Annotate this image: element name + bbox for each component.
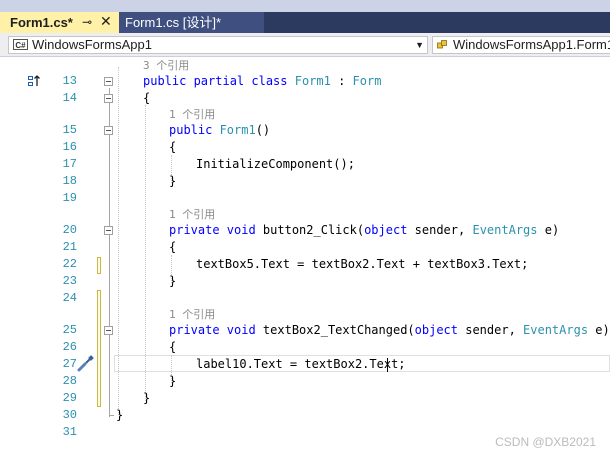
code-line: 22 textBox5.Text = textBox2.Text + textB… (0, 256, 610, 273)
class-dropdown[interactable]: WindowsFormsApp1.Form1 (432, 36, 610, 54)
fold-toggle-icon[interactable] (104, 94, 113, 103)
codelens-references[interactable]: 3 个引用 (143, 57, 189, 74)
code-token: sender, (407, 223, 473, 237)
class-icon (437, 40, 447, 49)
line-number: 31 (62, 425, 77, 439)
codelens-references[interactable]: 1 个引用 (169, 306, 215, 323)
code-line: 28 } (0, 373, 610, 390)
fold-toggle-icon[interactable] (104, 226, 113, 235)
codelens-references[interactable]: 1 个引用 (169, 206, 215, 223)
class-dropdown-value: WindowsFormsApp1.Form1 (453, 37, 610, 52)
code-token: button2_Click( (262, 223, 365, 237)
chevron-down-icon: ▼ (415, 40, 424, 50)
code-token: Form1 (294, 74, 331, 88)
code-line: 27 label10.Text = textBox2.Text; (0, 356, 610, 373)
code-line: 20 private void button2_Click(object sen… (0, 222, 610, 239)
line-number: 17 (62, 157, 77, 171)
code-token: e) (537, 223, 560, 237)
code-line: 23 } (0, 273, 610, 290)
code-text: textBox5.Text = textBox2.Text + textBox3… (196, 257, 529, 271)
code-token: Form1 (219, 123, 256, 137)
code-line: 26 { (0, 339, 610, 356)
code-token: sender, (458, 323, 524, 337)
line-number: 23 (62, 274, 77, 288)
code-token: textBox2_TextChanged( (262, 323, 415, 337)
pin-icon[interactable]: ⊸ (82, 12, 92, 33)
line-number: 15 (62, 123, 77, 137)
line-number: 21 (62, 240, 77, 254)
document-tab-strip: Form1.cs* ⊸ ✕ Form1.cs [设计]* (0, 12, 610, 33)
tab-label: Form1.cs [设计]* (125, 15, 222, 30)
code-line: 24 (0, 290, 610, 307)
code-line: 18 } (0, 173, 610, 190)
line-number: 16 (62, 140, 77, 154)
code-token: EventArgs (523, 323, 589, 337)
line-number: 13 (62, 74, 77, 88)
code-token: : (330, 74, 353, 88)
navigation-bar: C# WindowsFormsApp1 ▼ WindowsFormsApp1.F… (0, 33, 610, 57)
close-icon[interactable]: ✕ (100, 11, 112, 32)
code-line: 21 { (0, 239, 610, 256)
code-line: 30 } (0, 407, 610, 424)
code-text: } (169, 374, 177, 388)
code-line: 14 { (0, 90, 610, 107)
line-number: 24 (62, 291, 77, 305)
line-number: 26 (62, 340, 77, 354)
project-dropdown[interactable]: C# WindowsFormsApp1 ▼ (8, 36, 428, 54)
tab-form1-designer[interactable]: Form1.cs [设计]* (119, 12, 264, 33)
tab-form1-cs[interactable]: Form1.cs* ⊸ ✕ (0, 12, 119, 33)
line-number: 22 (62, 257, 77, 271)
code-text: InitializeComponent(); (196, 157, 355, 171)
fold-toggle-icon[interactable] (104, 326, 113, 335)
code-line: 25 private void textBox2_TextChanged(obj… (0, 322, 610, 339)
code-text: { (143, 91, 151, 105)
fold-toggle-icon[interactable] (104, 77, 113, 86)
csharp-project-icon: C# (13, 39, 28, 50)
code-line: 17 InitializeComponent(); (0, 156, 610, 173)
code-token: private void (169, 323, 263, 337)
code-text: label10.Text = textBox2.Text; (196, 357, 406, 371)
code-text: { (169, 340, 177, 354)
code-line: 19 (0, 190, 610, 207)
line-number: 30 (62, 408, 77, 422)
code-token: e) (588, 323, 610, 337)
code-text: } (143, 391, 151, 405)
code-text: { (169, 240, 177, 254)
code-text: } (169, 274, 177, 288)
code-token: () (255, 123, 271, 137)
project-dropdown-value: WindowsFormsApp1 (32, 37, 152, 52)
code-text: } (169, 174, 177, 188)
code-line: 15 public Form1() (0, 122, 610, 139)
line-number: 29 (62, 391, 77, 405)
text-caret (387, 358, 388, 372)
code-text: { (169, 140, 177, 154)
code-line: 16 { (0, 139, 610, 156)
code-text: } (116, 408, 124, 422)
tab-label: Form1.cs* (10, 15, 73, 30)
line-number: 25 (62, 323, 77, 337)
fold-toggle-icon[interactable] (104, 126, 113, 135)
line-number: 18 (62, 174, 77, 188)
window-top-border (0, 0, 610, 12)
line-number: 20 (62, 223, 77, 237)
code-token: object (364, 223, 408, 237)
code-token: object (414, 323, 458, 337)
code-token: EventArgs (472, 223, 538, 237)
code-line: 29 } (0, 390, 610, 407)
code-line: 13 public partial class Form1 : Form (0, 73, 610, 90)
codelens-references[interactable]: 1 个引用 (169, 106, 215, 123)
watermark: CSDN @DXB2021 (495, 435, 596, 449)
code-editor[interactable]: 3 个引用 13 public partial class Form1 : Fo… (0, 57, 610, 457)
code-token: private void (169, 223, 263, 237)
line-number: 28 (62, 374, 77, 388)
code-token: Form (352, 74, 382, 88)
line-number: 14 (62, 91, 77, 105)
line-number: 27 (62, 357, 77, 371)
code-token: public partial class (143, 74, 295, 88)
line-number: 19 (62, 191, 77, 205)
code-token: public (169, 123, 220, 137)
